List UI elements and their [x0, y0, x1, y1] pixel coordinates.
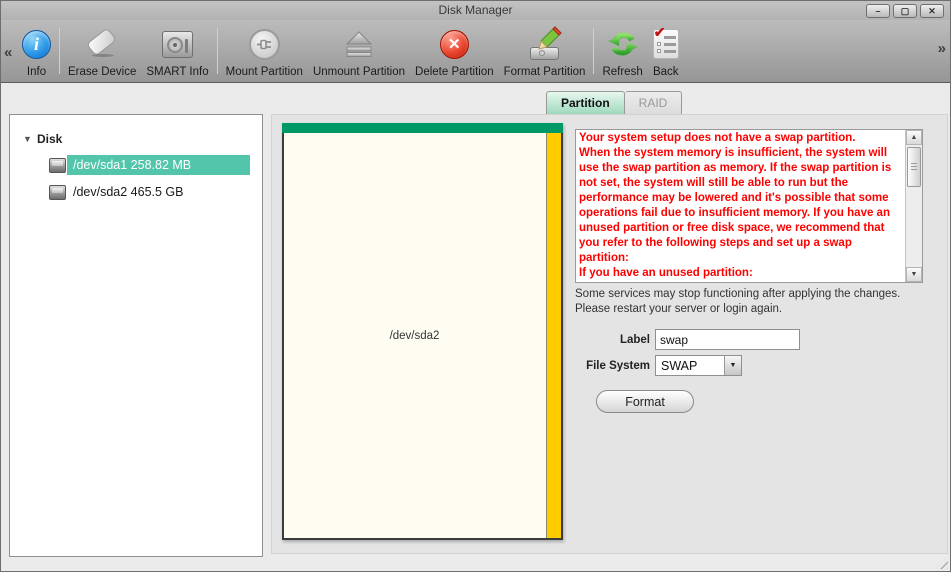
close-icon: ✕ — [928, 7, 936, 16]
scrollbar-thumb[interactable] — [907, 147, 921, 187]
disk-icon — [49, 185, 66, 200]
tree-item-sda1[interactable]: /dev/sda1 258.82 MB — [10, 154, 262, 176]
red-check-icon: ✔ — [654, 24, 666, 41]
harddisk-icon — [162, 31, 193, 58]
tab-bar: Partition RAID — [546, 91, 682, 114]
maximize-icon: ▢ — [901, 7, 910, 16]
format-button[interactable]: Format — [596, 390, 694, 413]
resize-grip[interactable] — [935, 556, 948, 569]
pencil-disk-icon — [527, 26, 563, 62]
erase-device-button[interactable]: Erase Device — [63, 22, 141, 82]
unmount-partition-label: Unmount Partition — [313, 66, 405, 78]
window-title: Disk Manager — [1, 1, 950, 20]
toolbar: « i Info Erase Device SMART Info — [1, 20, 950, 83]
swap-warning-text: Your system setup does not have a swap p… — [576, 130, 905, 282]
swap-warning-box: Your system setup does not have a swap p… — [575, 129, 923, 283]
back-button[interactable]: ✔ Back — [648, 22, 684, 82]
disk-icon — [49, 158, 66, 173]
disk-manager-window: Disk Manager – ▢ ✕ « i Info Erase Device… — [0, 0, 951, 572]
filesystem-selected-value: SWAP — [661, 359, 697, 373]
partition-name: /dev/sda2 — [284, 330, 545, 342]
close-button[interactable]: ✕ — [920, 4, 944, 18]
format-partition-label: Format Partition — [504, 66, 586, 78]
filesystem-select[interactable]: SWAP ▼ — [655, 355, 742, 376]
toolbar-separator — [217, 28, 218, 74]
services-notice-line2: Please restart your server or login agai… — [575, 302, 935, 317]
mount-partition-button[interactable]: Mount Partition — [221, 22, 308, 82]
toolbar-separator — [59, 28, 60, 74]
format-button-label: Format — [625, 395, 665, 409]
window-controls: – ▢ ✕ — [866, 4, 944, 18]
label-input[interactable] — [655, 329, 800, 350]
scroll-down-icon[interactable]: ▼ — [906, 267, 922, 282]
smart-info-label: SMART Info — [146, 66, 208, 78]
tab-raid[interactable]: RAID — [625, 91, 683, 114]
delete-partition-label: Delete Partition — [415, 66, 494, 78]
smart-info-button[interactable]: SMART Info — [141, 22, 213, 82]
tree-item-sda2[interactable]: /dev/sda2 465.5 GB — [10, 181, 262, 203]
warning-scrollbar[interactable]: ▲ ▼ — [905, 130, 922, 282]
minimize-button[interactable]: – — [866, 4, 890, 18]
collapse-arrow-icon[interactable]: ▼ — [23, 134, 37, 144]
back-label: Back — [653, 66, 679, 78]
info-icon: i — [22, 30, 51, 59]
partition-body: /dev/sda2 — [282, 133, 563, 540]
disk-tree-panel: ▼ Disk /dev/sda1 258.82 MB /dev/sda2 465… — [9, 114, 263, 557]
info-label: Info — [27, 66, 46, 78]
label-field-caption: Label — [575, 334, 650, 346]
delete-x-icon: ✕ — [440, 30, 469, 59]
eject-icon — [344, 29, 374, 59]
partition-used-bar — [282, 123, 563, 133]
chevron-down-icon[interactable]: ▼ — [724, 356, 741, 375]
erase-device-label: Erase Device — [68, 66, 136, 78]
eraser-icon — [84, 27, 120, 61]
unmount-partition-button[interactable]: Unmount Partition — [308, 22, 410, 82]
toolbar-overflow-right-icon[interactable]: » — [938, 40, 946, 57]
refresh-icon — [607, 28, 639, 60]
delete-partition-button[interactable]: ✕ Delete Partition — [410, 22, 499, 82]
tree-item-label: /dev/sda2 465.5 GB — [67, 182, 190, 202]
scroll-up-icon[interactable]: ▲ — [906, 130, 922, 145]
tree-item-label: /dev/sda1 258.82 MB — [67, 155, 250, 175]
refresh-label: Refresh — [602, 66, 642, 78]
toolbar-overflow-left-icon[interactable]: « — [4, 44, 12, 61]
toolbar-separator — [593, 28, 594, 74]
info-button[interactable]: i Info — [17, 22, 56, 82]
format-partition-button[interactable]: Format Partition — [499, 22, 591, 82]
checklist-icon: ✔ — [653, 29, 679, 59]
partition-map[interactable]: /dev/sda2 — [282, 123, 563, 540]
filesystem-field-caption: File System — [575, 360, 650, 372]
partition-detail-panel: /dev/sda2 Your system setup does not hav… — [271, 114, 948, 554]
maximize-button[interactable]: ▢ — [893, 4, 917, 18]
titlebar: Disk Manager – ▢ ✕ — [1, 1, 950, 20]
tree-root-disk[interactable]: ▼ Disk — [10, 130, 262, 148]
mount-partition-label: Mount Partition — [226, 66, 303, 78]
tree-root-label: Disk — [37, 132, 62, 146]
partition-yellow-strip — [546, 133, 561, 538]
tab-partition[interactable]: Partition — [546, 91, 625, 114]
plug-icon — [249, 29, 280, 60]
refresh-button[interactable]: Refresh — [597, 22, 647, 82]
services-notice-line1: Some services may stop functioning after… — [575, 287, 935, 302]
minimize-icon: – — [875, 7, 880, 16]
